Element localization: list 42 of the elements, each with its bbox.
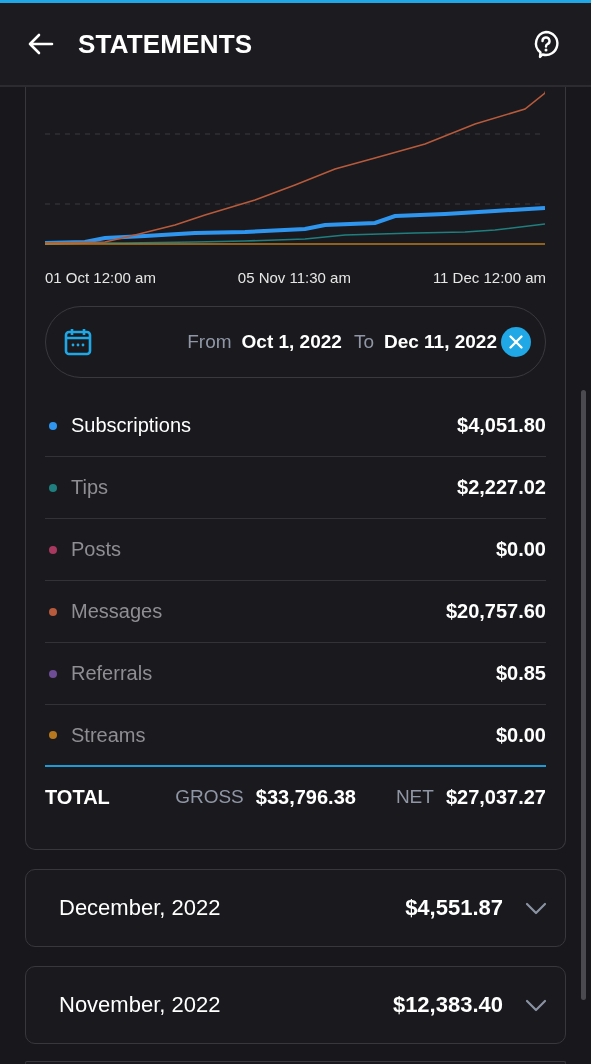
calendar-icon[interactable] [64,327,92,357]
category-row[interactable]: Messages $20,757.60 [45,581,546,643]
month-amount: $4,551.87 [405,895,503,921]
chevron-icon[interactable] [525,901,547,915]
page-title: STATEMENTS [78,28,254,60]
chevron-icon[interactable] [525,998,547,1012]
axis-label: 01 Oct 12:00 am [45,269,156,286]
month-name: December, 2022 [59,895,222,921]
category-row[interactable]: Referrals $0.85 [45,643,546,705]
category-name: Messages [71,600,164,623]
gross-label: GROSS [175,786,244,808]
back-arrow-icon[interactable] [26,32,54,56]
total-label: TOTAL [45,785,110,809]
category-amount: $0.00 [495,723,546,747]
category-amount: $4,051.80 [457,414,546,437]
category-name: Tips [71,476,110,499]
category-amount: $0.85 [495,662,546,685]
category-name: Streams [71,723,147,747]
to-label: To [353,331,374,353]
from-label: From [187,331,232,353]
net-amount: $27,037.27 [445,785,546,809]
axis-label: 11 Dec 12:00 am [432,269,546,286]
month-amount: $12,383.40 [392,992,503,1018]
category-row[interactable]: Subscriptions $4,051.80 [45,395,546,457]
end-date: Dec 11, 2022 [383,331,497,353]
category-name: Posts [71,538,123,561]
month-card[interactable]: November, 2022 $12,383.40 [25,966,566,1044]
category-row[interactable]: Tips $2,227.02 [45,457,546,519]
category-name: Subscriptions [71,414,193,437]
category-row[interactable]: Posts $0.00 [45,519,546,581]
category-name: Referrals [71,662,154,685]
month-card[interactable]: December, 2022 $4,551.87 [25,869,566,947]
clear-icon[interactable] [501,327,531,357]
start-date: Oct 1, 2022 [241,331,342,353]
category-amount: $20,757.60 [445,600,546,623]
category-amount: $0.00 [495,538,546,561]
gross-amount: $33,796.38 [255,785,356,809]
month-name: November, 2022 [59,992,222,1018]
category-amount: $2,227.02 [457,476,546,499]
net-label: NET [395,786,434,808]
category-row[interactable]: Streams $0.00 [45,705,546,767]
axis-label: 05 Nov 11:30 am [237,269,351,286]
